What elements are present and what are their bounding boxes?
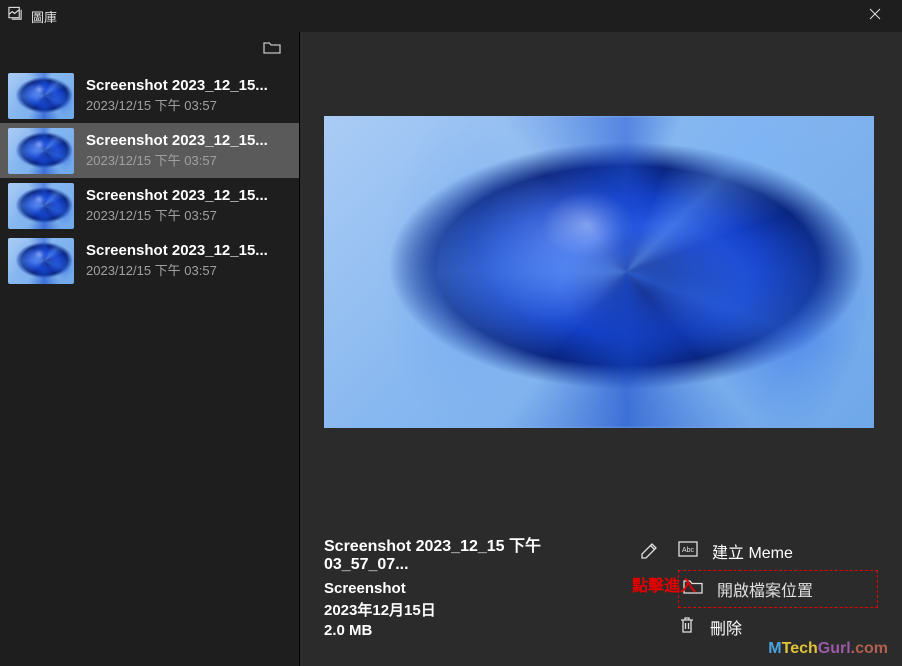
thumbnail (8, 73, 74, 119)
trash-icon (678, 616, 696, 639)
titlebar: 圖庫 (0, 0, 902, 32)
action-label: 建立 Meme (712, 539, 793, 563)
file-name: Screenshot 2023_12_15... (86, 187, 291, 204)
sidebar: Screenshot 2023_12_15... 2023/12/15 下午 0… (0, 32, 300, 666)
edit-icon[interactable] (640, 542, 658, 565)
close-icon (869, 7, 881, 25)
main-container: Screenshot 2023_12_15... 2023/12/15 下午 0… (0, 32, 902, 666)
preview-image[interactable] (324, 116, 874, 428)
file-info: Screenshot 2023_12_15... 2023/12/15 下午 0… (86, 242, 291, 279)
file-date: 2023/12/15 下午 03:57 (86, 150, 291, 169)
list-item[interactable]: Screenshot 2023_12_15... 2023/12/15 下午 0… (0, 123, 299, 178)
callout-label: 點擊進入 (632, 572, 696, 596)
detail-size: 2.0 MB (324, 622, 658, 639)
window-title: 圖庫 (31, 7, 57, 26)
file-date: 2023/12/15 下午 03:57 (86, 205, 291, 224)
thumbnail (8, 238, 74, 284)
list-item[interactable]: Screenshot 2023_12_15... 2023/12/15 下午 0… (0, 178, 299, 233)
file-name: Screenshot 2023_12_15... (86, 242, 291, 259)
thumbnail (8, 128, 74, 174)
actions-panel: Abc 建立 Meme 開啟檔案位置 (678, 532, 878, 646)
filename-row: Screenshot 2023_12_15 下午 03_57_07... (324, 532, 658, 574)
action-label: 開啟檔案位置 (717, 577, 813, 601)
file-name: Screenshot 2023_12_15... (86, 77, 291, 94)
detail-type: Screenshot (324, 580, 658, 597)
metadata-left: Screenshot 2023_12_15 下午 03_57_07... Scr… (324, 532, 658, 646)
file-list: Screenshot 2023_12_15... 2023/12/15 下午 0… (0, 68, 299, 666)
titlebar-left: 圖庫 (8, 6, 57, 26)
file-date: 2023/12/15 下午 03:57 (86, 260, 291, 279)
thumbnail (8, 183, 74, 229)
file-info: Screenshot 2023_12_15... 2023/12/15 下午 0… (86, 77, 291, 114)
file-info: Screenshot 2023_12_15... 2023/12/15 下午 0… (86, 187, 291, 224)
file-info: Screenshot 2023_12_15... 2023/12/15 下午 0… (86, 132, 291, 169)
detail-date: 2023年12月15日 (324, 599, 658, 620)
file-name: Screenshot 2023_12_15... (86, 132, 291, 149)
metadata-section: Screenshot 2023_12_15 下午 03_57_07... Scr… (324, 532, 878, 646)
open-location-button[interactable]: 開啟檔案位置 (678, 570, 878, 608)
svg-text:Abc: Abc (682, 547, 695, 554)
meme-icon: Abc (678, 541, 698, 562)
close-button[interactable] (852, 0, 898, 32)
list-item[interactable]: Screenshot 2023_12_15... 2023/12/15 下午 0… (0, 68, 299, 123)
folder-icon[interactable] (263, 41, 281, 60)
detail-filename: Screenshot 2023_12_15 下午 03_57_07... (324, 532, 626, 574)
action-label: 刪除 (710, 615, 742, 639)
gallery-icon (8, 6, 23, 26)
list-item[interactable]: Screenshot 2023_12_15... 2023/12/15 下午 0… (0, 233, 299, 288)
detail-panel: Screenshot 2023_12_15 下午 03_57_07... Scr… (300, 32, 902, 666)
create-meme-button[interactable]: Abc 建立 Meme (678, 532, 878, 570)
file-date: 2023/12/15 下午 03:57 (86, 95, 291, 114)
sidebar-toolbar (0, 32, 299, 68)
watermark: MTechGurl.com (768, 640, 888, 658)
